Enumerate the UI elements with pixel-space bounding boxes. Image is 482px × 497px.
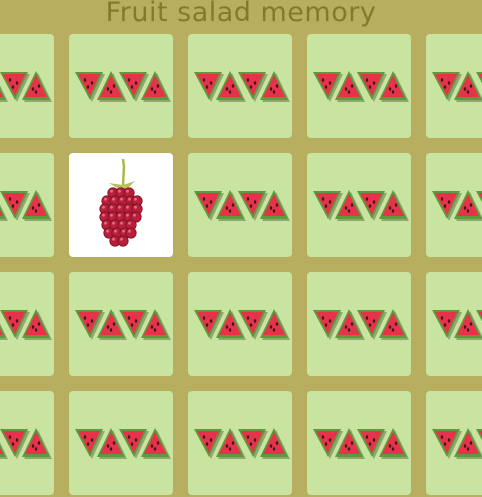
memory-card[interactable] [69, 34, 173, 138]
watermelon-slices-icon [194, 428, 290, 459]
memory-card[interactable] [307, 391, 411, 495]
raspberry-icon [99, 158, 143, 247]
memory-card[interactable] [69, 391, 173, 495]
watermelon-slices-icon [75, 71, 171, 102]
watermelon-slices-icon [432, 71, 482, 102]
memory-card[interactable] [0, 391, 54, 495]
memory-card[interactable] [426, 153, 482, 257]
watermelon-slices-icon [0, 190, 52, 221]
memory-card[interactable] [426, 391, 482, 495]
memory-card[interactable] [307, 34, 411, 138]
watermelon-slices-icon [432, 190, 482, 221]
watermelon-slices-icon [313, 309, 409, 340]
memory-card[interactable] [69, 272, 173, 376]
memory-card[interactable] [426, 34, 482, 138]
memory-card[interactable] [188, 153, 292, 257]
watermelon-slices-icon [0, 309, 52, 340]
memory-card[interactable] [0, 153, 54, 257]
memory-card[interactable] [188, 34, 292, 138]
watermelon-slices-icon [0, 428, 52, 459]
watermelon-slices-icon [0, 71, 52, 102]
memory-card[interactable] [188, 391, 292, 495]
watermelon-slices-icon [313, 71, 409, 102]
watermelon-slices-icon [432, 428, 482, 459]
memory-card[interactable] [426, 272, 482, 376]
memory-card[interactable] [0, 272, 54, 376]
watermelon-slices-icon [75, 428, 171, 459]
watermelon-slices-icon [75, 309, 171, 340]
memory-card[interactable] [307, 272, 411, 376]
watermelon-slices-icon [432, 309, 482, 340]
memory-card[interactable] [0, 34, 54, 138]
watermelon-slices-icon [313, 428, 409, 459]
memory-card-raspberry[interactable] [69, 153, 173, 257]
watermelon-slices-icon [194, 190, 290, 221]
memory-card[interactable] [307, 153, 411, 257]
memory-card[interactable] [188, 272, 292, 376]
watermelon-slices-icon [194, 309, 290, 340]
watermelon-slices-icon [194, 71, 290, 102]
card-grid [0, 0, 482, 497]
watermelon-slices-icon [313, 190, 409, 221]
